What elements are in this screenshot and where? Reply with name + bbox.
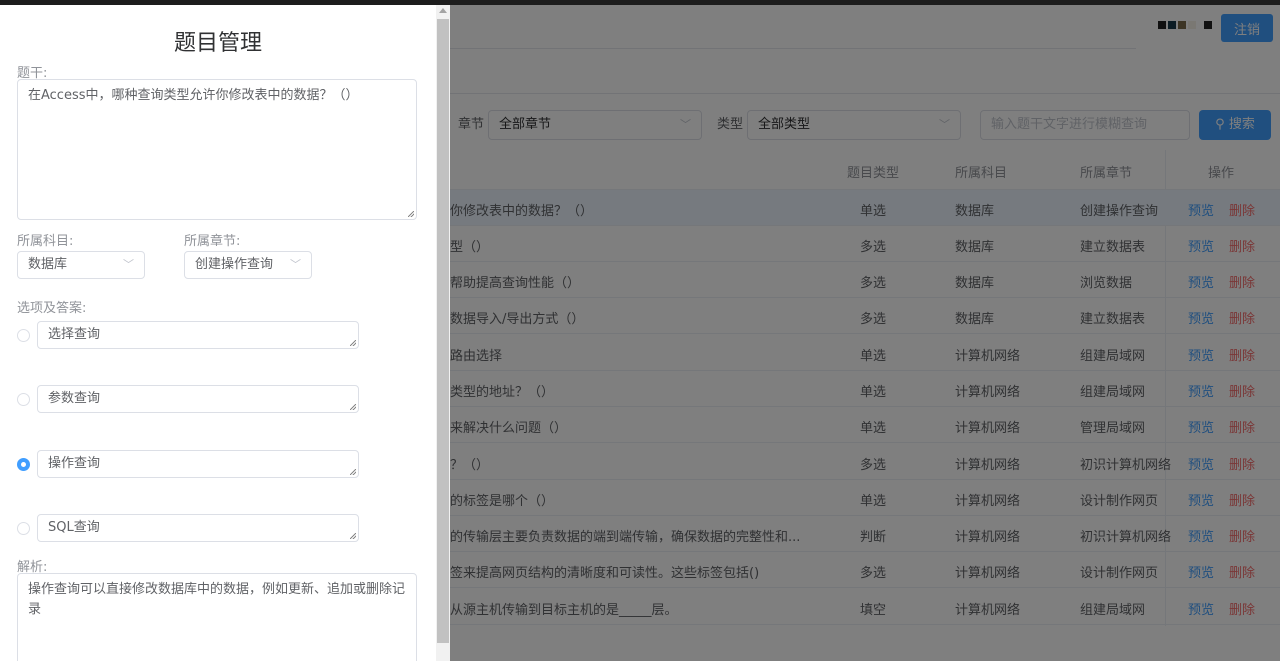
scroll-up-arrow-icon[interactable] (439, 8, 447, 13)
resize-handle-icon[interactable] (350, 340, 356, 346)
subject-select[interactable]: 数据库 ﹀ (17, 251, 145, 279)
subject-value: 数据库 (28, 257, 68, 272)
option-radio-1[interactable] (17, 329, 30, 342)
option-text: SQL查询 (48, 520, 100, 535)
resize-handle-icon[interactable] (350, 533, 356, 539)
option-radio-4[interactable] (17, 522, 30, 535)
resize-handle-icon[interactable] (350, 404, 356, 410)
chevron-down-icon: ﹀ (290, 258, 301, 271)
resize-handle-icon[interactable] (408, 211, 414, 217)
option-input-3[interactable]: 操作查询 (37, 450, 359, 478)
chapter-select[interactable]: 创建操作查询 ﹀ (184, 251, 312, 279)
drawer-title: 题目管理 (173, 31, 262, 56)
chapter-label: 所属章节: (184, 234, 241, 249)
option-text: 操作查询 (48, 456, 101, 471)
chevron-down-icon: ﹀ (123, 258, 134, 271)
analysis-text: 操作查询可以直接修改数据库中的数据，例如更新、追加或删除记录 (28, 582, 406, 617)
option-text: 选择查询 (48, 327, 101, 342)
subject-label: 所属科目: (17, 234, 74, 249)
stem-text: 在Access中，哪种查询类型允许你修改表中的数据？（） (28, 88, 359, 103)
option-radio-2[interactable] (17, 393, 30, 406)
option-radio-3[interactable] (17, 458, 30, 471)
scrollbar-thumb[interactable] (437, 19, 449, 643)
options-label: 选项及答案: (17, 301, 87, 316)
chapter-value: 创建操作查询 (195, 257, 274, 272)
option-input-1[interactable]: 选择查询 (37, 321, 359, 349)
option-text: 参数查询 (48, 391, 101, 406)
stem-textarea[interactable]: 在Access中，哪种查询类型允许你修改表中的数据？（） (17, 79, 417, 220)
question-edit-drawer: 题目管理 题干: 在Access中，哪种查询类型允许你修改表中的数据？（） 所属… (0, 5, 450, 661)
option-input-4[interactable]: SQL查询 (37, 514, 359, 542)
option-input-2[interactable]: 参数查询 (37, 385, 359, 413)
resize-handle-icon[interactable] (350, 469, 356, 475)
analysis-textarea[interactable]: 操作查询可以直接修改数据库中的数据，例如更新、追加或删除记录 (17, 573, 417, 661)
